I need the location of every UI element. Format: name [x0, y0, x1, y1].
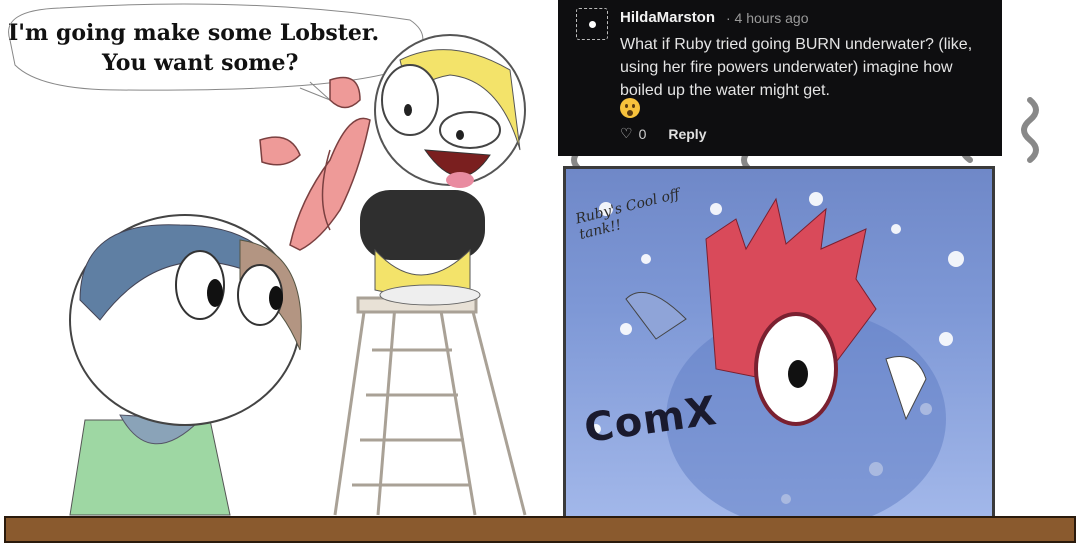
comment-card: HildaMarston · 4 hours ago What if Ruby … — [558, 0, 1002, 156]
comment-timestamp: · 4 hours ago — [726, 10, 809, 26]
like-count: 0 — [638, 125, 647, 142]
ruby-character — [625, 197, 946, 521]
comment-username[interactable]: HildaMarston — [620, 9, 715, 26]
comment-text: What if Ruby tried going BURN underwater… — [620, 36, 973, 99]
beanie-character — [69, 214, 302, 516]
blonde-character — [360, 34, 526, 306]
ladder — [333, 296, 527, 516]
comment-actions: ♡ 0 Reply — [620, 125, 706, 142]
lobster — [259, 76, 371, 251]
wooden-table — [4, 516, 1076, 543]
user-avatar[interactable] — [576, 8, 608, 40]
fish-tank: Ruby's Cool off tank!! ComX — [563, 166, 995, 524]
heart-icon[interactable]: ♡ — [620, 125, 633, 142]
reply-button[interactable]: Reply — [668, 126, 706, 142]
astonished-face-emoji-icon — [620, 98, 640, 118]
speech-bubble-outline — [8, 3, 424, 91]
